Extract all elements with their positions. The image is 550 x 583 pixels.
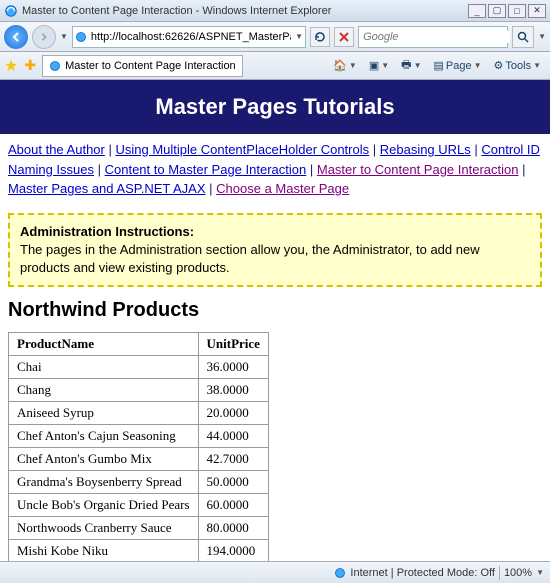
refresh-icon — [314, 31, 326, 43]
cell-product-name: Grandma's Boysenberry Spread — [9, 471, 199, 494]
cell-unit-price: 194.0000 — [198, 540, 268, 561]
search-icon — [517, 31, 529, 43]
rss-icon: ▣ — [369, 59, 379, 72]
cell-product-name: Uncle Bob's Organic Dried Pears — [9, 494, 199, 517]
page-banner: Master Pages Tutorials — [0, 80, 550, 134]
link-rebasing[interactable]: Rebasing URLs — [380, 142, 471, 157]
tab-label: Master to Content Page Interaction — [65, 60, 236, 72]
home-button[interactable]: 🏠▼ — [328, 56, 362, 75]
cell-unit-price: 44.0000 — [198, 425, 268, 448]
admin-instructions-box: Administration Instructions: The pages i… — [8, 213, 542, 288]
cell-unit-price: 42.7000 — [198, 448, 268, 471]
page-menu-label: Page — [446, 60, 472, 72]
cell-unit-price: 80.0000 — [198, 517, 268, 540]
table-row: Chef Anton's Cajun Seasoning44.0000 — [9, 425, 269, 448]
add-favorite-icon[interactable]: ✚ — [24, 57, 36, 74]
address-dropdown-icon[interactable]: ▼ — [295, 32, 303, 41]
link-multiple-cph[interactable]: Using Multiple ContentPlaceHolder Contro… — [115, 142, 369, 157]
cell-unit-price: 36.0000 — [198, 356, 268, 379]
address-input[interactable] — [87, 31, 295, 43]
section-heading: Northwind Products — [8, 299, 542, 322]
table-row: Chai36.0000 — [9, 356, 269, 379]
admin-instructions-body: The pages in the Administration section … — [20, 241, 530, 277]
maximize-button[interactable]: □ — [508, 4, 526, 18]
link-choose-master[interactable]: Choose a Master Page — [216, 181, 349, 196]
table-row: Grandma's Boysenberry Spread50.0000 — [9, 471, 269, 494]
cell-product-name: Aniseed Syrup — [9, 402, 199, 425]
table-row: Chang38.0000 — [9, 379, 269, 402]
print-button[interactable]: 🖶▼ — [396, 53, 426, 78]
table-row: Chef Anton's Gumbo Mix42.7000 — [9, 448, 269, 471]
page-icon — [75, 31, 87, 43]
ie-icon — [4, 4, 18, 18]
close-button[interactable]: ✕ — [528, 4, 546, 18]
tab-bar: ★ ✚ Master to Content Page Interaction 🏠… — [0, 52, 550, 80]
search-button[interactable] — [512, 26, 534, 48]
table-row: Aniseed Syrup20.0000 — [9, 402, 269, 425]
search-input[interactable] — [359, 31, 510, 43]
search-box[interactable] — [358, 26, 508, 48]
tab-page-icon — [49, 60, 61, 72]
security-zone-label: Internet | Protected Mode: Off — [350, 567, 495, 579]
minimize-button[interactable]: _ — [468, 4, 486, 18]
page-menu-button[interactable]: ▤ Page ▼ — [428, 56, 486, 75]
page-title: Master Pages Tutorials — [0, 94, 550, 120]
print-icon: 🖶 — [401, 56, 411, 75]
cell-product-name: Northwoods Cranberry Sauce — [9, 517, 199, 540]
products-table: ProductName UnitPrice Chai36.0000Chang38… — [8, 332, 269, 561]
tools-menu-label: Tools — [505, 60, 531, 72]
link-masterpages-ajax[interactable]: Master Pages and ASP.NET AJAX — [8, 181, 206, 196]
admin-instructions-title: Administration Instructions: — [20, 223, 530, 241]
feeds-button[interactable]: ▣▼ — [364, 56, 394, 75]
table-row: Uncle Bob's Organic Dried Pears60.0000 — [9, 494, 269, 517]
restore-button[interactable]: ▢ — [488, 4, 506, 18]
favorites-star-icon[interactable]: ★ — [4, 56, 18, 76]
cell-product-name: Chef Anton's Cajun Seasoning — [9, 425, 199, 448]
recent-dropdown-icon[interactable]: ▼ — [60, 32, 68, 41]
gear-icon: ⚙ — [494, 59, 504, 72]
zoom-level[interactable]: 100% — [504, 567, 532, 579]
cell-product-name: Chai — [9, 356, 199, 379]
refresh-button[interactable] — [310, 27, 330, 47]
link-master-to-content[interactable]: Master to Content Page Interaction — [317, 162, 519, 177]
cell-unit-price: 60.0000 — [198, 494, 268, 517]
page-content: Master Pages Tutorials About the Author … — [0, 80, 550, 561]
nav-links: About the Author | Using Multiple Conten… — [0, 134, 550, 207]
table-row: Northwoods Cranberry Sauce80.0000 — [9, 517, 269, 540]
window-title: Master to Content Page Interaction - Win… — [22, 5, 468, 17]
forward-button[interactable] — [32, 25, 56, 49]
back-button[interactable] — [4, 25, 28, 49]
search-dropdown-icon[interactable]: ▼ — [538, 32, 546, 41]
col-product-name: ProductName — [9, 333, 199, 356]
browser-tab[interactable]: Master to Content Page Interaction — [42, 55, 243, 77]
cell-unit-price: 20.0000 — [198, 402, 268, 425]
page-icon: ▤ — [433, 59, 443, 72]
address-bar[interactable]: ▼ — [72, 26, 306, 48]
cell-unit-price: 38.0000 — [198, 379, 268, 402]
table-row: Mishi Kobe Niku194.0000 — [9, 540, 269, 561]
cell-product-name: Chef Anton's Gumbo Mix — [9, 448, 199, 471]
navigation-bar: ▼ ▼ ▼ — [0, 22, 550, 52]
link-content-to-master[interactable]: Content to Master Page Interaction — [105, 162, 307, 177]
cell-product-name: Chang — [9, 379, 199, 402]
status-bar: Internet | Protected Mode: Off 100% ▼ — [0, 561, 550, 583]
home-icon: 🏠 — [333, 59, 347, 72]
col-unit-price: UnitPrice — [198, 333, 268, 356]
link-about[interactable]: About the Author — [8, 142, 105, 157]
tools-menu-button[interactable]: ⚙ Tools ▼ — [489, 56, 546, 75]
stop-button[interactable] — [334, 27, 354, 47]
stop-icon — [339, 32, 349, 42]
arrow-right-icon — [39, 32, 49, 42]
arrow-left-icon — [10, 31, 22, 43]
cell-unit-price: 50.0000 — [198, 471, 268, 494]
zoom-dropdown-icon[interactable]: ▼ — [536, 568, 544, 577]
window-titlebar: Master to Content Page Interaction - Win… — [0, 0, 550, 22]
cell-product-name: Mishi Kobe Niku — [9, 540, 199, 561]
globe-icon — [334, 567, 346, 579]
